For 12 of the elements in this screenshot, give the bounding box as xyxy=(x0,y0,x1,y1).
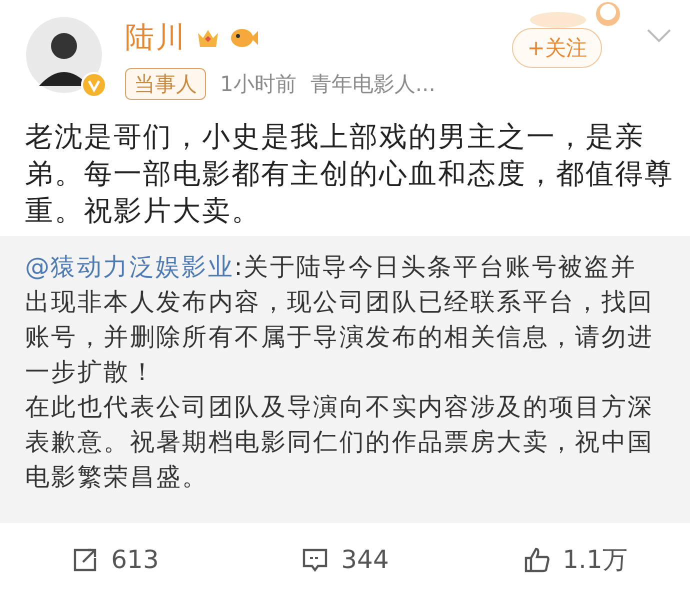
like-button[interactable]: 1.1万 xyxy=(460,543,690,576)
share-button[interactable]: 613 xyxy=(0,545,230,574)
post-source: 青年电影人... xyxy=(310,71,436,98)
fish-icon xyxy=(229,26,259,50)
comment-button[interactable]: 344 xyxy=(230,545,460,574)
post-time: 1小时前 xyxy=(220,71,296,98)
thumbs-up-icon xyxy=(522,546,551,574)
post-text: 老沈是哥们，小史是我上部戏的男主之一，是亲 弟。每一部电影都有主创的心血和态度，都值得尊 重。祝影片大卖。 xyxy=(25,119,674,229)
mention-link[interactable]: @猿动力泛娱影业 xyxy=(25,252,234,281)
role-tag: 当事人 xyxy=(125,68,206,100)
repost-text: @猿动力泛娱影业:关于陆导今日头条平台账号被盗并 出现非本人发布内容，现公司团队已经联系平台，找回 账号，并删除所有不属于导演发布的相关信息，请勿进 一步扩散！ 在此也代表公司团队及导演向不实内容涉及的项目方深 表歉意。祝暑期档电影同仁们的作品票房大卖，祝中国 电影繁荣昌盛。 xyxy=(25,251,654,493)
avatar[interactable] xyxy=(25,16,103,94)
